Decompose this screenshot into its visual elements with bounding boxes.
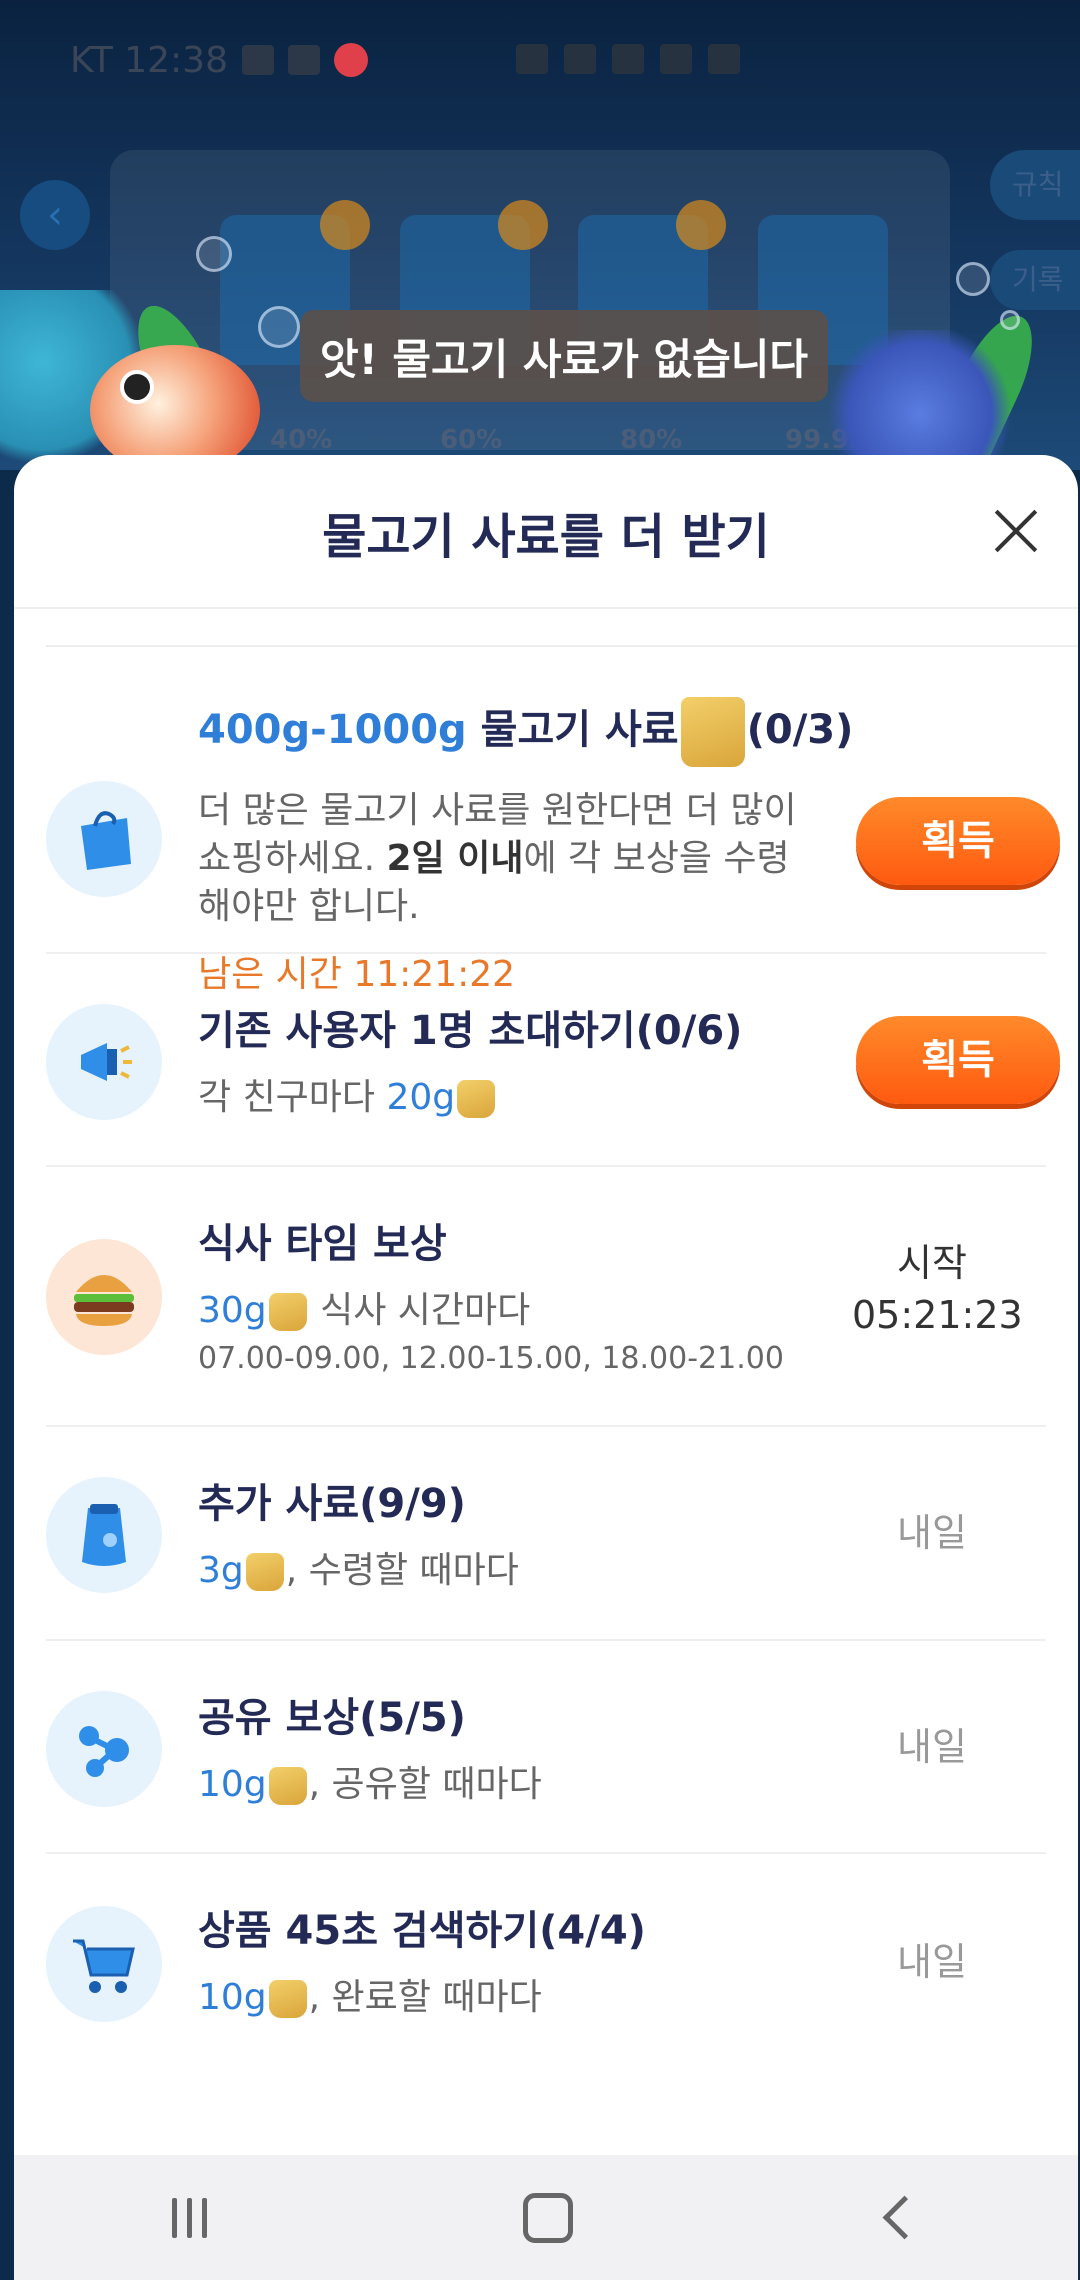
task-body: 기존 사용자 1명 초대하기(0/6) 각 친구마다 20g — [198, 998, 798, 1122]
task-row-invite: 기존 사용자 1명 초대하기(0/6) 각 친구마다 20g 획득 — [46, 954, 1060, 1167]
task-title: 400g-1000g 물고기 사료 (0/3) — [198, 697, 853, 767]
status-right-icons — [516, 44, 740, 74]
meal-schedule: 07.00-09.00, 12.00-15.00, 18.00-21.00 — [198, 1341, 784, 1376]
game-background: KT 12:38 40% 60% 80% 99.95% ‹ 규칙 기록 앗! 물… — [0, 0, 1080, 470]
feed-bag-icon — [457, 1080, 496, 1118]
sheet-title: 물고기 사료를 더 받기 — [322, 509, 770, 565]
bubble — [956, 262, 990, 296]
alarm-icon — [516, 44, 548, 74]
bubble — [258, 306, 300, 348]
task-title-text: 물고기 사료 — [480, 707, 679, 753]
carrier-time: KT 12:38 — [70, 39, 228, 81]
task-row-extra-feed: 추가 사료(9/9) 3g , 수령할 때마다 내일 — [46, 1427, 1046, 1641]
progress-percent: 80% — [620, 425, 683, 455]
claim-button[interactable]: 획득 — [856, 1016, 1060, 1104]
task-description: 더 많은 물고기 사료를 원한다면 더 많이 쇼핑하세요. 2일 이내에 각 보… — [198, 787, 798, 931]
task-desc-text: 식사 시간마다 — [308, 1290, 531, 1331]
task-row-shopping: 400g-1000g 물고기 사료 (0/3) 더 많은 물고기 사료를 원한다면… — [46, 647, 1060, 995]
task-title: 추가 사료(9/9) — [198, 1481, 466, 1527]
status-tomorrow: 내일 — [897, 1725, 967, 1769]
status-label: 시작 — [897, 1241, 967, 1285]
feed-bottom-sheet: 물고기 사료를 더 받기 400g-1000g 물고기 사료 (0/3) 더 많은… — [14, 455, 1078, 2155]
check-icon — [676, 200, 726, 250]
close-button[interactable] — [984, 499, 1048, 563]
task-body: 공유 보상(5/5) 10g , 공유할 때마다 — [198, 1685, 798, 1809]
feed-bag-icon — [268, 1767, 307, 1805]
task-row-search: 상품 45초 검색하기(4/4) 10g , 완료할 때마다 내일 — [46, 1854, 1046, 2068]
task-row-share: 공유 보상(5/5) 10g , 공유할 때마다 내일 — [46, 1641, 1046, 1854]
coral-decoration — [820, 330, 1020, 470]
task-desc-bold: 2일 이내 — [386, 838, 524, 879]
home-button[interactable] — [523, 2192, 573, 2243]
status-tomorrow: 내일 — [897, 1511, 967, 1555]
task-title: 기존 사용자 1명 초대하기(0/6) — [198, 1008, 743, 1054]
task-description: 10g , 완료할 때마다 — [198, 1974, 798, 2022]
bubble — [1000, 310, 1020, 330]
hamburger-icon — [46, 1239, 162, 1355]
shopping-cart-icon — [46, 1906, 162, 2022]
status-tomorrow: 내일 — [897, 1940, 967, 1984]
toast-message: 앗! 물고기 사료가 없습니다 — [300, 310, 828, 402]
task-description: 각 친구마다 20g — [198, 1074, 798, 1122]
gallery-icon — [242, 45, 274, 75]
task-description: 3g , 수령할 때마다 — [198, 1547, 798, 1595]
claim-button[interactable]: 획득 — [856, 797, 1060, 885]
task-desc-text: , 완료할 때마다 — [308, 1977, 542, 2018]
task-title: 상품 45초 검색하기(4/4) — [198, 1908, 646, 1954]
share-icon — [46, 1691, 162, 1807]
sheet-header: 물고기 사료를 더 받기 — [14, 455, 1078, 609]
bubble — [196, 236, 232, 272]
record-button[interactable]: 기록 — [990, 250, 1080, 310]
feed-bag-icon — [268, 1980, 307, 2018]
notification-icon — [288, 45, 320, 75]
recents-button[interactable] — [172, 2197, 207, 2238]
reward-amount: 10g — [198, 1977, 267, 2018]
task-description: 10g , 공유할 때마다 — [198, 1761, 798, 1809]
back-button[interactable]: ‹ — [20, 180, 90, 250]
feed-bag-icon — [268, 1293, 307, 1331]
feed-bag-icon — [245, 1553, 284, 1591]
task-desc-text: , 공유할 때마다 — [308, 1764, 542, 1805]
fish-eye — [120, 370, 154, 404]
task-body: 상품 45초 검색하기(4/4) 10g , 완료할 때마다 — [198, 1898, 798, 2022]
reward-amount: 10g — [198, 1764, 267, 1805]
battery-icon — [708, 44, 740, 74]
check-icon — [320, 200, 370, 250]
rules-button[interactable]: 규칙 — [990, 150, 1080, 220]
feed-bag-icon — [46, 1477, 162, 1593]
task-title: 공유 보상(5/5) — [198, 1695, 466, 1741]
system-nav-bar — [14, 2155, 1078, 2280]
task-desc-text: 각 친구마다 — [198, 1077, 387, 1118]
task-body: 식사 타임 보상 30g 식사 시간마다 07.00-09.00, 12.00-… — [198, 1211, 838, 1376]
check-icon — [498, 200, 548, 250]
task-description: 30g 식사 시간마다 — [198, 1287, 838, 1335]
countdown-timer: 05:21:23 — [852, 1293, 1023, 1337]
task-row-meal: 식사 타임 보상 30g 식사 시간마다 07.00-09.00, 12.00-… — [46, 1167, 1046, 1427]
mute-icon — [564, 44, 596, 74]
task-desc-text: , 수령할 때마다 — [285, 1550, 519, 1591]
megaphone-icon — [46, 1004, 162, 1120]
feed-bag-icon — [680, 697, 745, 767]
volte-icon — [612, 44, 644, 74]
task-body: 400g-1000g 물고기 사료 (0/3) 더 많은 물고기 사료를 원한다면… — [198, 697, 853, 997]
shopping-bag-icon — [46, 781, 162, 897]
task-title-count: (0/3) — [746, 707, 854, 753]
nav-back-button[interactable] — [882, 2195, 927, 2240]
pufferfish-mascot — [90, 345, 260, 470]
task-body: 추가 사료(9/9) 3g , 수령할 때마다 — [198, 1471, 798, 1595]
app-badge-icon — [334, 43, 368, 77]
progress-percent: 40% — [270, 425, 333, 455]
signal-icon — [660, 44, 692, 74]
task-title: 식사 타임 보상 — [198, 1221, 447, 1267]
reward-amount: 20g — [386, 1077, 456, 1118]
reward-amount: 30g — [198, 1290, 267, 1331]
task-title-highlight: 400g-1000g — [198, 707, 467, 753]
reward-amount: 3g — [198, 1550, 244, 1591]
progress-percent: 60% — [440, 425, 503, 455]
meal-start-status: 시작 05:21:23 — [852, 1237, 1023, 1341]
